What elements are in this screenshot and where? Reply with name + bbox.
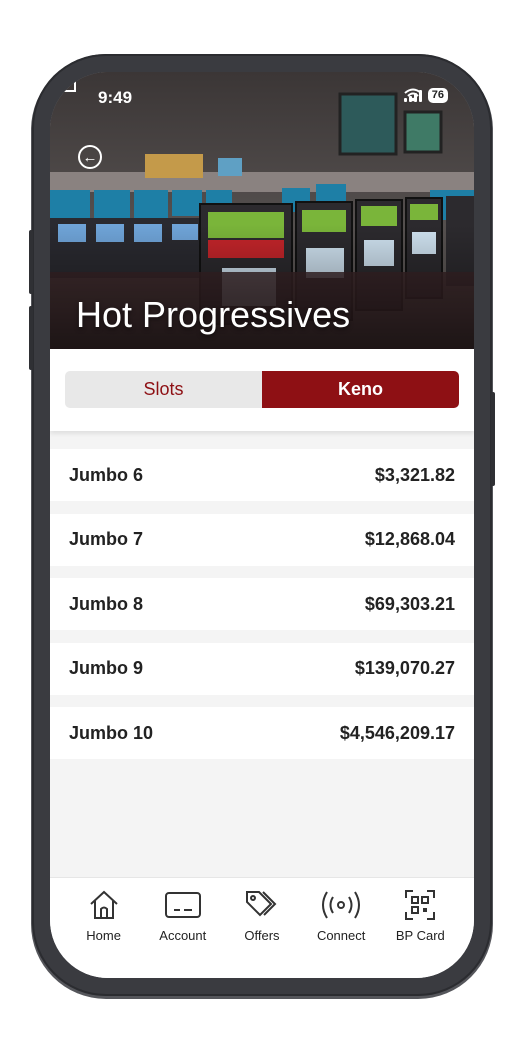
broadcast-icon	[322, 891, 361, 919]
status-time: 9:49	[98, 88, 133, 107]
volume-up-button	[29, 230, 33, 294]
page-title: Hot Progressives	[76, 294, 351, 335]
list-item[interactable]: Jumbo 10 $4,546,209.17	[50, 707, 474, 759]
jackpot-name: Jumbo 7	[69, 529, 144, 549]
tab-keno[interactable]: Keno	[262, 371, 459, 408]
nav-label: Offers	[244, 928, 280, 943]
segmented-control: Slots Keno	[65, 371, 459, 408]
jackpot-amount: $139,070.27	[354, 658, 455, 678]
home-icon	[89, 890, 118, 919]
volume-down-button	[29, 306, 33, 370]
tags-icon	[245, 891, 277, 917]
list-item[interactable]: Jumbo 9 $139,070.27	[50, 642, 474, 695]
battery-indicator: 76	[427, 88, 448, 103]
back-arrow-icon[interactable]: ←	[78, 145, 102, 169]
app-screen: 9:49 76 ← Hot Progressives Slots Keno Ju…	[50, 72, 474, 978]
nav-bp-card[interactable]: BP Card	[382, 878, 458, 978]
qr-scan-icon	[405, 890, 436, 920]
jackpot-amount: $69,303.21	[364, 593, 455, 614]
wifi-icon	[404, 88, 422, 102]
jackpot-name: Jumbo 9	[69, 658, 144, 678]
nav-label: Connect	[316, 928, 366, 943]
progressive-list: Jumbo 6 $3,321.82 Jumbo 7 $12,868.04 Jum…	[50, 449, 474, 772]
list-item[interactable]: Jumbo 7 $12,868.04	[50, 513, 474, 566]
hero-banner: 9:49 76 ← Hot Progressives	[50, 72, 474, 349]
nav-home[interactable]: Home	[66, 878, 142, 978]
nav-label: BP Card	[395, 928, 445, 943]
nav-connect[interactable]: Connect	[303, 878, 379, 978]
jackpot-amount: $4,546,209.17	[339, 722, 455, 743]
list-item[interactable]: Jumbo 6 $3,321.82	[50, 449, 474, 501]
jackpot-amount: $3,321.82	[374, 464, 455, 485]
bottom-nav: Home Account Offers Connect BP Card	[50, 877, 474, 978]
list-item[interactable]: Jumbo 8 $69,303.21	[50, 578, 474, 630]
mail-icon[interactable]	[50, 72, 76, 92]
nav-offers[interactable]: Offers	[224, 878, 300, 978]
jackpot-name: Jumbo 8	[69, 593, 144, 614]
card-icon	[164, 892, 201, 918]
nav-account[interactable]: Account	[145, 878, 221, 978]
jackpot-name: Jumbo 6	[69, 464, 144, 485]
nav-label: Home	[86, 928, 121, 943]
tab-bar-container: Slots Keno	[50, 349, 474, 431]
status-icons: 76	[403, 88, 448, 103]
nav-label: Account	[159, 928, 207, 943]
jackpot-amount: $12,868.04	[364, 529, 455, 549]
tab-slots[interactable]: Slots	[65, 371, 262, 408]
power-button	[491, 392, 495, 486]
jackpot-name: Jumbo 10	[69, 722, 154, 743]
